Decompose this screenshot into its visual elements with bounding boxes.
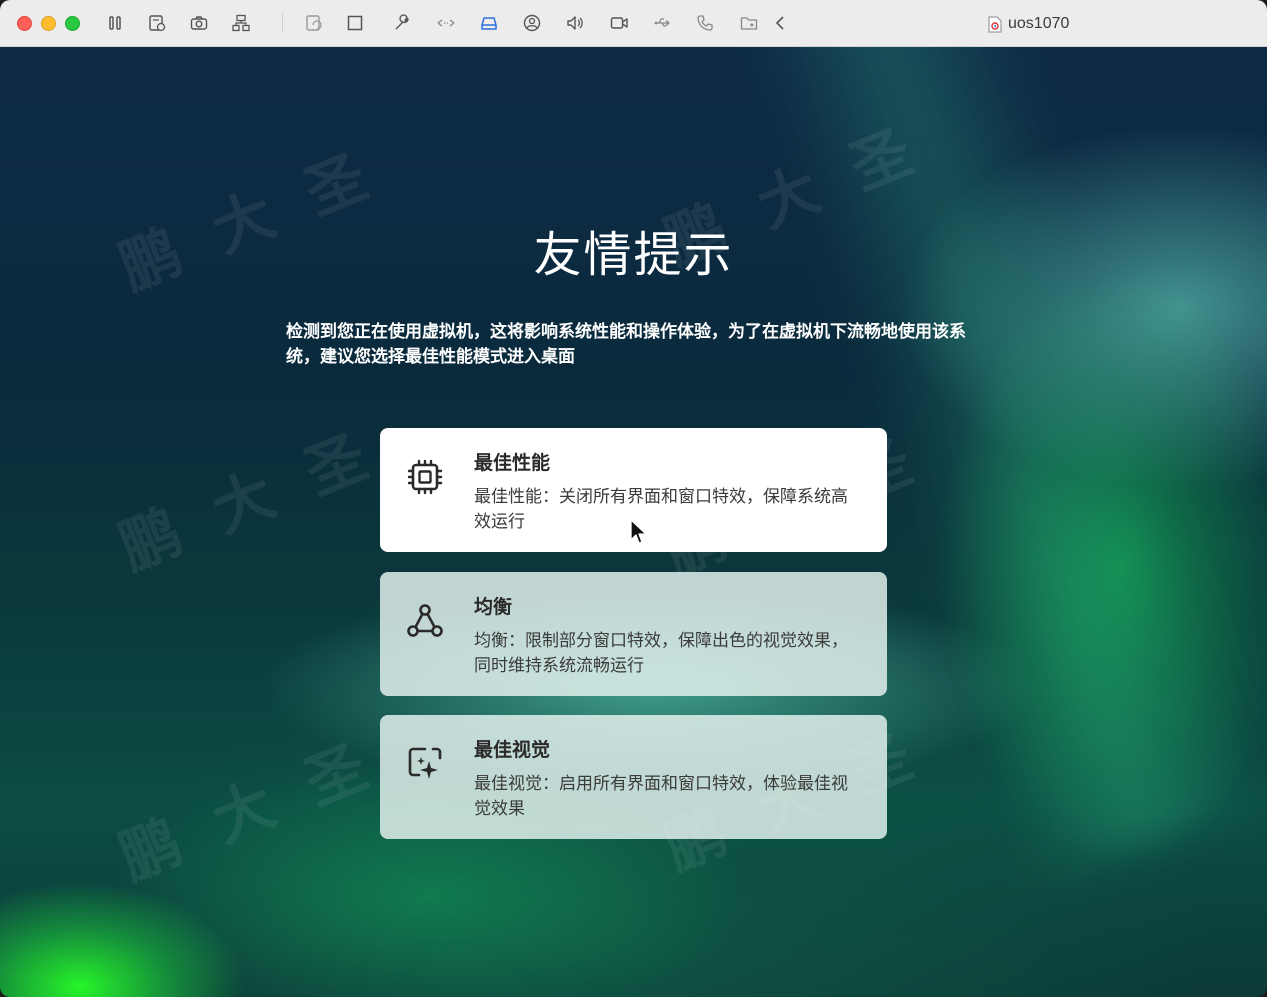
network-icon[interactable] [231, 13, 251, 33]
chevron-left-icon[interactable] [770, 13, 790, 33]
sparkle-icon [405, 744, 445, 784]
watermark: 鹏大圣 [109, 716, 415, 895]
vm-document-icon [988, 16, 1002, 32]
restore-icon[interactable] [304, 13, 324, 33]
shared-folder-icon[interactable] [739, 13, 759, 33]
mouse-cursor-icon [630, 519, 647, 544]
zoom-window-button[interactable] [65, 16, 80, 31]
fullscreen-icon[interactable] [345, 13, 365, 33]
desktop: 鹏大圣 鹏大圣 鹏大圣 鹏大圣 鹏大圣 鹏大圣 友情提示 检测到您正在使用虚拟机… [0, 47, 1267, 997]
speaker-icon[interactable] [565, 13, 585, 33]
vm-window: uos1070 鹏大圣 鹏大圣 鹏大圣 鹏大圣 鹏大圣 鹏大圣 友情提示 检测到… [0, 0, 1267, 997]
window-title: uos1070 [988, 13, 1069, 35]
drive-icon[interactable] [479, 13, 499, 33]
option-description: 最佳视觉：启用所有界面和窗口特效，体验最佳视觉效果 [474, 774, 848, 819]
watermark: 鹏大圣 [109, 406, 415, 585]
video-icon[interactable] [609, 13, 629, 33]
window-title-text: uos1070 [1008, 15, 1070, 32]
dialog-heading: 友情提示 [533, 227, 734, 283]
chip-icon [405, 457, 445, 497]
pause-icon[interactable] [105, 13, 125, 33]
phone-icon[interactable] [695, 13, 715, 33]
option-title: 最佳视觉 [474, 739, 551, 761]
notice-text: 检测到您正在使用虚拟机，这将影响系统性能和操作体验，为了在虚拟机下流畅地使用该系… [286, 322, 966, 367]
option-best-visual[interactable]: 最佳视觉 最佳视觉：启用所有界面和窗口特效，体验最佳视觉效果 [380, 715, 887, 839]
option-title: 均衡 [474, 596, 513, 618]
close-window-button[interactable] [17, 16, 32, 31]
window-toolbar: uos1070 [0, 0, 1267, 47]
camera-icon[interactable] [189, 13, 209, 33]
option-description: 最佳性能：关闭所有界面和窗口特效，保障系统高效运行 [474, 487, 848, 532]
wrench-icon[interactable] [392, 13, 412, 33]
option-description: 均衡：限制部分窗口特效，保障出色的视觉效果，同时维持系统流畅运行 [474, 631, 848, 676]
snapshot-settings-icon[interactable] [147, 13, 167, 33]
balance-nodes-icon [405, 601, 445, 641]
user-icon[interactable] [522, 13, 542, 33]
usb-icon[interactable] [652, 13, 672, 33]
option-title: 最佳性能 [474, 452, 551, 474]
minimize-window-button[interactable] [41, 16, 56, 31]
resize-icon[interactable] [436, 13, 456, 33]
option-balanced[interactable]: 均衡 均衡：限制部分窗口特效，保障出色的视觉效果，同时维持系统流畅运行 [380, 572, 887, 696]
